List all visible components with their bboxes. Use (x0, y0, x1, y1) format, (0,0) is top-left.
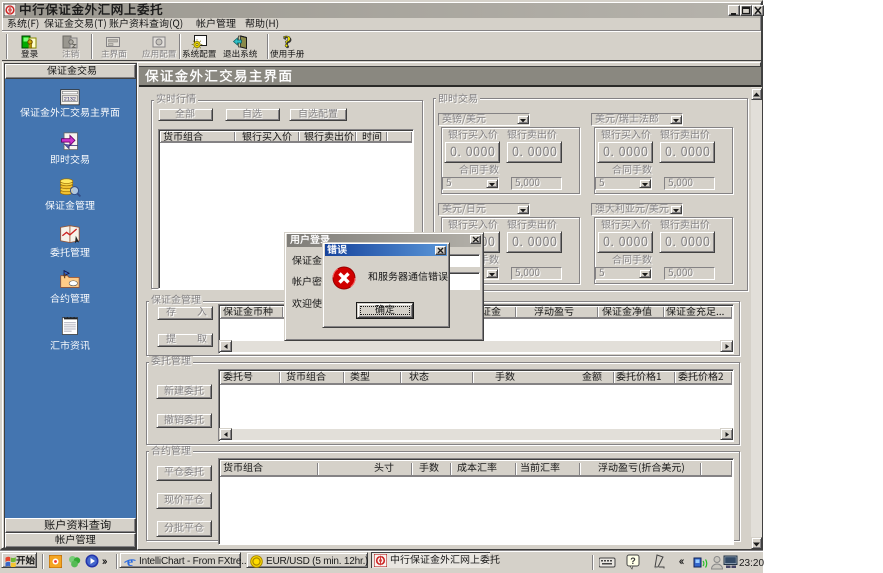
svg-text:?: ? (283, 34, 292, 50)
svg-text:2132: 2132 (64, 97, 76, 103)
svg-text:e: e (127, 555, 133, 568)
